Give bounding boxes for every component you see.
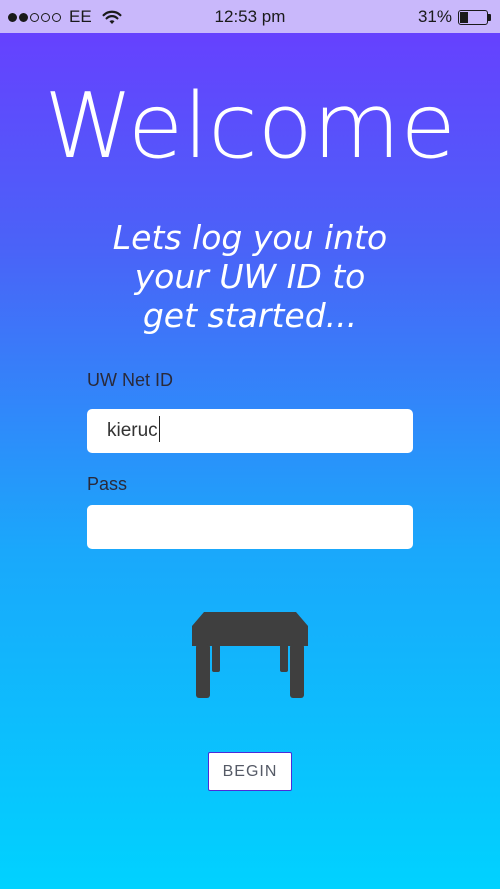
welcome-subtitle: Lets log you into your UW ID to get star… [70,218,430,335]
battery-percent: 31% [417,7,452,26]
status-bar: EE 12:53 pm 31% [0,0,500,33]
battery-icon [458,9,492,25]
netid-label: UW Net ID [87,370,174,390]
subtitle-line: Lets log you into [112,218,388,257]
status-right: 31% [418,7,492,27]
subtitle-line: your UW ID to [134,257,366,296]
netid-value: kieruc [107,420,158,441]
password-input[interactable] [87,505,413,549]
text-cursor [158,415,161,442]
netid-input[interactable]: kieruc [87,409,413,453]
desk-icon [192,612,308,698]
pass-label: Pass [87,474,128,494]
subtitle-line: get started... [142,296,358,335]
begin-button[interactable]: BEGIN [208,752,292,791]
welcome-title: Welcome [44,74,456,179]
